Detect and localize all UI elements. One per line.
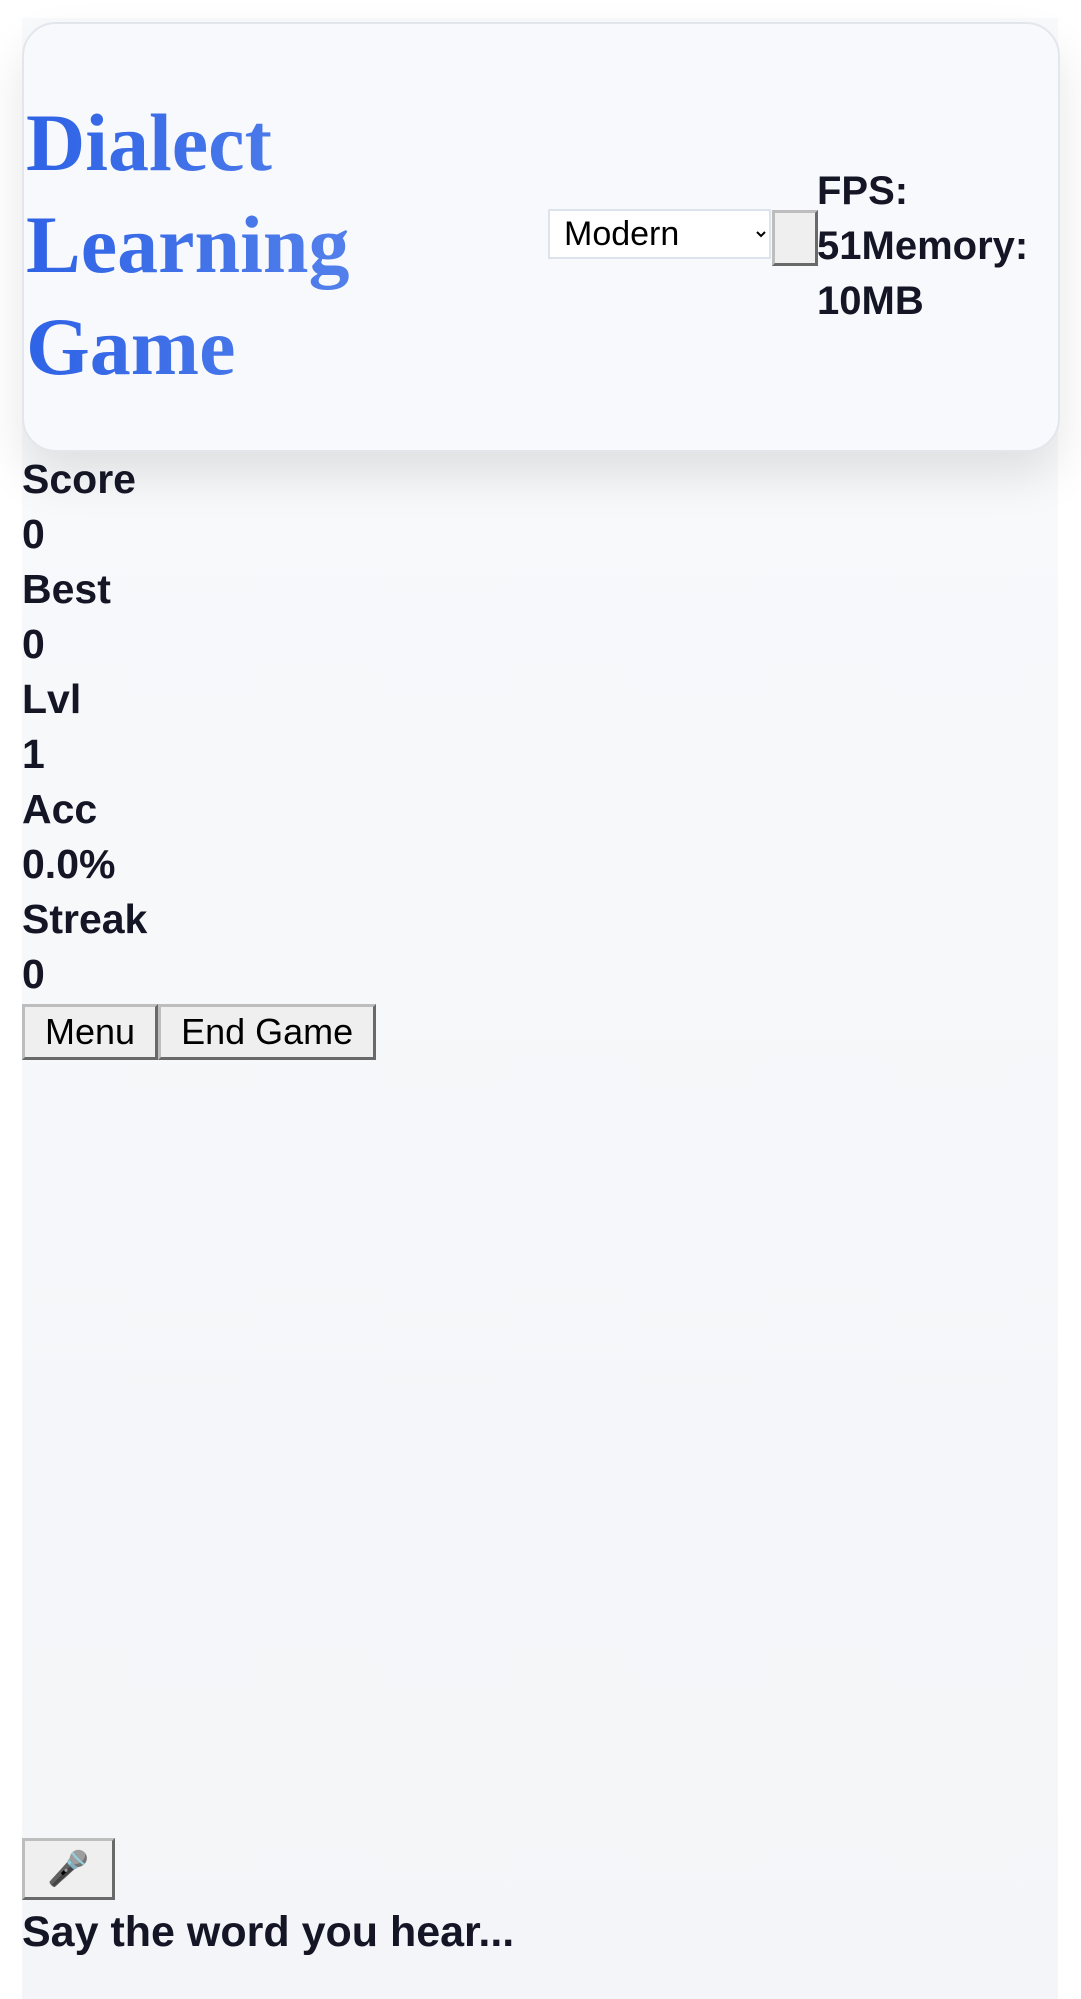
game-container: Dialect Learning Game Modern FPS: 51Memo… bbox=[22, 18, 1060, 1999]
best-value: 0 bbox=[22, 621, 45, 667]
stat-label: Lvl bbox=[22, 676, 82, 722]
level-value: 1 bbox=[22, 731, 45, 777]
memory-label: Memory: bbox=[861, 224, 1029, 268]
stat-accuracy: Acc 0.0% bbox=[22, 782, 322, 892]
stat-level: Lvl 1 bbox=[22, 672, 322, 782]
microphone-button[interactable]: 🎤 bbox=[22, 1838, 115, 1900]
game-controls: Menu End Game bbox=[22, 1004, 377, 1060]
theme-toggle-button[interactable] bbox=[772, 210, 818, 266]
stat-label: Streak bbox=[22, 896, 148, 942]
stats-panel: Score 0 Best 0 Lvl 1 Acc 0.0% Streak 0 bbox=[22, 452, 322, 1002]
speech-prompt: Say the word you hear... bbox=[22, 1908, 515, 1956]
accuracy-value: 0.0% bbox=[22, 841, 116, 887]
game-header: Dialect Learning Game Modern FPS: 51Memo… bbox=[22, 22, 1060, 452]
score-value: 0 bbox=[22, 511, 45, 557]
microphone-icon: 🎤 bbox=[47, 1850, 90, 1888]
stat-best: Best 0 bbox=[22, 562, 322, 672]
stat-label: Acc bbox=[22, 786, 98, 832]
dialect-mode-select[interactable]: Modern bbox=[548, 209, 771, 259]
stat-label: Best bbox=[22, 566, 111, 612]
menu-button[interactable]: Menu bbox=[22, 1004, 159, 1060]
stat-label: Score bbox=[22, 456, 136, 502]
memory-value: 10MB bbox=[817, 279, 924, 323]
fps-value: 51 bbox=[817, 224, 862, 268]
performance-monitor: FPS: 51Memory: 10MB bbox=[817, 164, 1067, 329]
stat-score: Score 0 bbox=[22, 452, 322, 562]
stat-streak: Streak 0 bbox=[22, 892, 322, 1002]
end-game-button[interactable]: End Game bbox=[158, 1004, 377, 1060]
streak-value: 0 bbox=[22, 951, 45, 997]
fps-label: FPS: bbox=[817, 169, 909, 213]
game-title: Dialect Learning Game bbox=[26, 92, 446, 398]
